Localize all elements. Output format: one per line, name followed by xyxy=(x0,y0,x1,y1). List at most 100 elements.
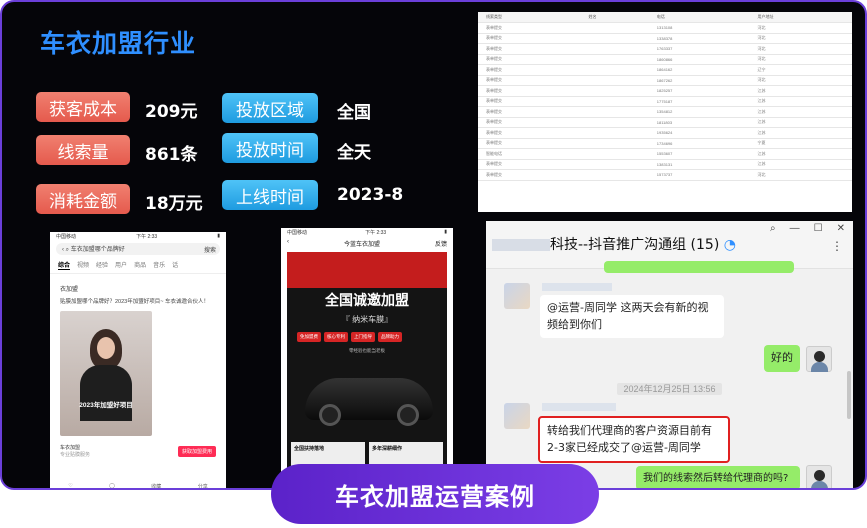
sender-avatar[interactable] xyxy=(504,283,530,309)
landing-page-screenshot: 中国移动 下午 2:33 ▮ ‹ 今蓝车衣加盟 反馈 全国诚邀加盟 『 纳米车膜… xyxy=(281,228,453,488)
table-cell: 1935624 xyxy=(648,127,750,139)
search-icon: ⌕ xyxy=(65,247,70,253)
table-cell: 1573737 xyxy=(648,169,750,181)
nav-title: 今蓝车衣加盟 xyxy=(343,242,380,248)
table-cell: 表单提交 xyxy=(478,96,581,107)
cut-off-message xyxy=(604,261,794,273)
feedback-link[interactable]: 反馈 xyxy=(435,239,447,248)
table-row: 表单提交 1354812 江苏 xyxy=(478,106,852,118)
video-thumbnail[interactable]: 2023年加盟好项目 xyxy=(60,311,152,437)
sender-avatar[interactable] xyxy=(504,403,530,429)
table-row: 表单提交 1338378 河北 xyxy=(478,33,852,44)
table-cell xyxy=(580,64,649,76)
poster-product: 『 纳米车膜』 xyxy=(341,315,393,324)
metric-value-region: 全国 xyxy=(337,103,371,123)
table-cell: 1860866 xyxy=(648,54,750,65)
account-name[interactable]: 衣加盟 xyxy=(50,274,226,295)
tab-2[interactable]: 经验 xyxy=(96,260,108,270)
metric-value-cost: 209元 xyxy=(145,102,198,122)
tab-5[interactable]: 音乐 xyxy=(153,260,165,270)
table-cell: 1867262 xyxy=(648,75,750,86)
chat-timestamp: 2024年12月25日 13:56 xyxy=(486,382,853,395)
metric-value-leads: 861条 xyxy=(145,145,198,165)
scrollbar[interactable] xyxy=(847,371,851,419)
table-cell: 1383131 xyxy=(648,159,750,170)
poster-tag: 上门指导 xyxy=(351,332,375,342)
more-icon[interactable]: ⋮ xyxy=(831,239,843,253)
tab-3[interactable]: 用户 xyxy=(115,260,127,270)
car-image xyxy=(305,378,433,426)
search-input[interactable]: ‹ ⌕ 车衣加盟哪个品牌好 搜索 xyxy=(56,243,220,255)
search-button[interactable]: 搜索 xyxy=(204,245,216,254)
table-cell xyxy=(580,138,649,149)
tab-1[interactable]: 视频 xyxy=(77,260,89,270)
tab-0[interactable]: 综合 xyxy=(58,260,71,270)
tab-4[interactable]: 商品 xyxy=(134,260,146,270)
minimize-icon[interactable]: — xyxy=(790,223,800,234)
table-cell: 表单提交 xyxy=(478,117,581,128)
back-icon[interactable]: ‹ xyxy=(287,239,289,248)
table-cell: 表单提交 xyxy=(478,43,581,55)
table-cell: 1864162 xyxy=(648,64,750,76)
table-cell: 表单提交 xyxy=(478,22,581,34)
my-avatar[interactable] xyxy=(806,346,832,372)
table-cell xyxy=(580,43,649,55)
clock-label: 下午 2:33 xyxy=(136,234,158,240)
metric-label-region: 投放区域 xyxy=(222,93,318,123)
table-cell: 宁夏 xyxy=(749,138,852,149)
action-bar: ♡ ◯ 收藏 分享 xyxy=(50,483,226,488)
my-avatar[interactable] xyxy=(806,465,832,488)
shop-card[interactable]: 车衣加盟 专业贴膜服务 获取加盟费用 xyxy=(60,444,216,458)
status-bar: 中国移动 下午 2:33 ▮ xyxy=(281,228,453,237)
table-row: 表单提交 1825257 江苏 xyxy=(478,85,852,97)
group-chat-screenshot: 科技--抖音推广沟通组 (15) ◔ ⌕ — ☐ ✕ ⋮ @运营-周同学 这两天会有新… xyxy=(486,221,853,488)
metric-value-spend: 18万元 xyxy=(145,194,203,214)
table-cell: 1734696 xyxy=(648,138,750,149)
action-item[interactable]: 分享 xyxy=(198,483,208,488)
table-cell: 江苏 xyxy=(749,117,852,128)
douyin-search-screenshot: 中国移动 下午 2:33 ▮ ‹ ⌕ 车衣加盟哪个品牌好 搜索 综合 视频 经验 用户… xyxy=(50,232,226,488)
presenter-body xyxy=(80,365,132,422)
table-cell: 表单提交 xyxy=(478,159,581,170)
tab-6[interactable]: 话 xyxy=(172,260,178,270)
table-row: 表单提交 1573737 河北 xyxy=(478,169,852,181)
table-cell xyxy=(580,22,649,34)
window-controls: ⌕ — ☐ ✕ xyxy=(770,223,845,234)
action-item[interactable]: 收藏 xyxy=(151,483,161,488)
table-cell xyxy=(580,127,649,139)
action-item[interactable]: ◯ xyxy=(109,483,115,488)
my-message: 我们的线索然后转给代理商的吗? xyxy=(636,466,800,488)
get-fee-button[interactable]: 获取加盟费用 xyxy=(177,445,216,457)
column-header: 用户地址 xyxy=(749,12,852,23)
table-cell: 辽宁 xyxy=(749,64,852,76)
search-icon[interactable]: ⌕ xyxy=(770,223,776,234)
close-icon[interactable]: ✕ xyxy=(837,223,845,234)
table-cell: 表单提交 xyxy=(478,169,581,181)
poster-headline: 全国诚邀加盟 xyxy=(325,293,409,309)
table-cell: 表单提交 xyxy=(478,85,581,97)
poster-tag: 免加盟费 xyxy=(297,332,321,342)
table-cell xyxy=(580,75,649,86)
table-cell: 1354812 xyxy=(648,106,750,118)
table-cell xyxy=(580,169,649,181)
table-cell: 江苏 xyxy=(749,85,852,97)
table-cell: 河北 xyxy=(749,33,852,44)
table-row: 表单提交 1864162 辽宁 xyxy=(478,64,852,76)
status-bar: 中国移动 下午 2:33 ▮ xyxy=(50,232,226,241)
car-wheel xyxy=(397,404,419,426)
table-row: 表单提交 1763337 河北 xyxy=(478,43,852,55)
poster-tag: 核心专利 xyxy=(324,332,348,342)
table-row: 表单提交 1867262 河北 xyxy=(478,75,852,86)
column-header: 电话 xyxy=(648,12,750,23)
action-item[interactable]: ♡ xyxy=(68,483,72,488)
metric-label-cost: 获客成本 xyxy=(36,92,130,122)
table-cell: 1825257 xyxy=(648,85,750,97)
promo-poster[interactable]: 全国诚邀加盟 『 纳米车膜』 免加盟费 核心专利 上门指导 品牌助力 零经验也能当老板… xyxy=(287,252,447,488)
maximize-icon[interactable]: ☐ xyxy=(814,223,823,234)
table-cell: 1775187 xyxy=(648,96,750,107)
table-cell: 1811803 xyxy=(648,117,750,128)
back-icon[interactable]: ‹ xyxy=(62,247,64,253)
case-card: 车衣加盟行业 获客成本 209元 线索量 861条 消耗金额 18万元 投放区域… xyxy=(0,0,867,490)
column-header: 线索类型 xyxy=(478,12,581,23)
sender-name xyxy=(542,403,616,411)
